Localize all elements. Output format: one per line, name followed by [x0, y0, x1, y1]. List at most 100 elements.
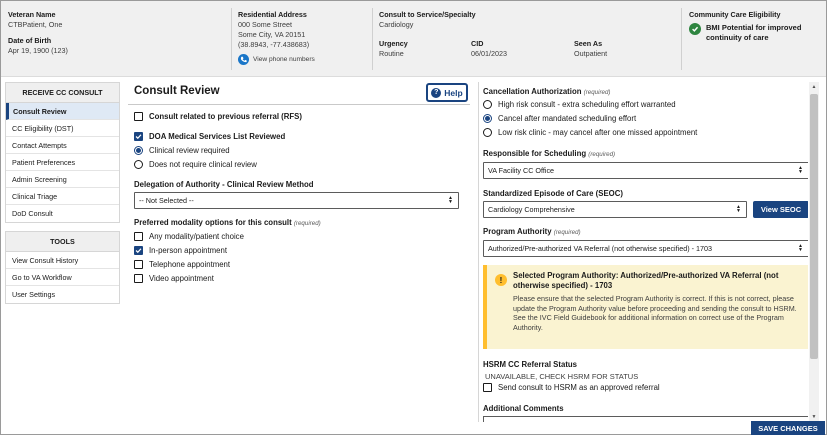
nav-item-patient-preferences[interactable]: Patient Preferences — [6, 154, 119, 171]
required-tag: (required) — [583, 89, 611, 96]
send-hsrm-checkbox[interactable] — [483, 383, 492, 392]
dob-value: Apr 19, 1900 (123) — [8, 46, 68, 55]
modality-option-label: Any modality/patient choice — [149, 232, 244, 241]
view-seoc-button[interactable]: View SEOC — [753, 201, 808, 218]
nav-item-admin-screening[interactable]: Admin Screening — [6, 171, 119, 188]
sort-arrows-icon: ▲ ▼ — [798, 165, 803, 175]
modality-option-row[interactable]: Any modality/patient choice — [134, 232, 244, 241]
cancel-option-row[interactable]: High risk consult - extra scheduling eff… — [483, 100, 676, 109]
send-hsrm-label: Send consult to HSRM as an approved refe… — [498, 383, 660, 392]
address-coords: (38.8943, -77.438683) — [238, 40, 310, 49]
veteran-name-label: Veteran Name — [8, 10, 56, 19]
required-tag: (required) — [293, 220, 321, 227]
review-option-row[interactable]: Clinical review required — [134, 146, 230, 155]
send-hsrm-row[interactable]: Send consult to HSRM as an approved refe… — [483, 383, 660, 392]
responsible-select[interactable]: VA Facility CC Office ▲ ▼ — [483, 162, 808, 179]
rfs-checkbox-row[interactable]: Consult related to previous referral (RF… — [134, 112, 302, 121]
consult-service-label: Consult to Service/Specialty — [379, 10, 476, 19]
seoc-value: Cardiology Comprehensive — [488, 205, 575, 214]
doa-label: DOA Medical Services List Reviewed — [149, 132, 286, 141]
phone-icon — [238, 54, 249, 65]
review-option-label: Clinical review required — [149, 146, 230, 155]
nav-item-dod-consult[interactable]: DoD Consult — [6, 205, 119, 222]
question-icon: ? — [431, 87, 442, 98]
divider — [231, 8, 232, 70]
modality-checkbox-in-person[interactable] — [134, 246, 143, 255]
nav-item-user-settings[interactable]: User Settings — [6, 286, 119, 303]
nav-item-consult-review[interactable]: Consult Review — [6, 103, 119, 120]
modality-label: Preferred modality options for this cons… — [134, 218, 321, 227]
scroll-thumb[interactable] — [810, 94, 818, 359]
veteran-info: Veteran Name CTBPatient, One Date of Bir… — [8, 10, 68, 56]
cid-label: CID — [471, 39, 484, 48]
hsrm-status-label: HSRM CC Referral Status — [483, 360, 578, 369]
modality-option-row[interactable]: In-person appointment — [134, 246, 227, 255]
view-phone-label: View phone numbers — [253, 55, 315, 63]
radio-high-risk[interactable] — [483, 100, 492, 109]
save-changes-button[interactable]: SAVE CHANGES — [751, 421, 825, 435]
sort-arrows-icon: ▲ ▼ — [798, 243, 803, 253]
nav-group-title: RECEIVE CC CONSULT — [6, 83, 119, 103]
sort-arrows-icon: ▲ ▼ — [448, 195, 453, 205]
responsible-label: Responsible for Scheduling (required) — [483, 149, 615, 158]
nav-item-contact-attempts[interactable]: Contact Attempts — [6, 137, 119, 154]
seoc-label: Standardized Episode of Care (SEOC) — [483, 189, 623, 198]
modality-option-row[interactable]: Video appointment — [134, 274, 214, 283]
required-tag: (required) — [588, 151, 616, 158]
divider — [128, 104, 470, 105]
address-info: Residential Address 000 Some Street Some… — [238, 10, 315, 65]
radio-low-risk[interactable] — [483, 128, 492, 137]
program-authority-value: Authorized/Pre-authorized VA Referral (n… — [488, 244, 712, 253]
cc-eligibility-label: Community Care Eligibility — [689, 10, 781, 19]
help-button[interactable]: ? Help — [426, 83, 468, 102]
nav-item-consult-history[interactable]: View Consult History — [6, 252, 119, 269]
address-line1: 000 Some Street — [238, 20, 292, 29]
modality-checkbox-any[interactable] — [134, 232, 143, 241]
scrollbar[interactable]: ▲ ▼ — [809, 82, 819, 422]
nav-group-receive: RECEIVE CC CONSULT Consult Review CC Eli… — [5, 82, 120, 223]
review-option-label: Does not require clinical review — [149, 160, 257, 169]
program-authority-alert: ! Selected Program Authority: Authorized… — [483, 265, 808, 349]
rfs-checkbox[interactable] — [134, 112, 143, 121]
urgency-value: Routine — [379, 49, 404, 58]
check-circle-icon — [689, 23, 701, 35]
modality-option-label: In-person appointment — [149, 246, 228, 255]
modality-option-label: Telephone appointment — [149, 260, 231, 269]
modality-option-label: Video appointment — [149, 274, 214, 283]
seen-as-value: Outpatient — [574, 49, 608, 58]
cancel-option-row[interactable]: Low risk clinic - may cancel after one m… — [483, 128, 697, 137]
comments-label: Additional Comments — [483, 404, 564, 413]
radio-cancel-after-mandated[interactable] — [483, 114, 492, 123]
radio-clinical-review-required[interactable] — [134, 146, 143, 155]
cid-value: 06/01/2023 — [471, 49, 507, 58]
modality-checkbox-video[interactable] — [134, 274, 143, 283]
review-option-row[interactable]: Does not require clinical review — [134, 160, 257, 169]
delegation-select[interactable]: -- Not Selected -- ▲ ▼ — [134, 192, 459, 209]
required-tag: (required) — [553, 229, 581, 236]
program-authority-select[interactable]: Authorized/Pre-authorized VA Referral (n… — [483, 240, 808, 257]
consult-info: Consult to Service/Specialty Cardiology — [379, 10, 476, 30]
seoc-select[interactable]: Cardiology Comprehensive ▲ ▼ — [483, 201, 747, 218]
nav-item-va-workflow[interactable]: Go to VA Workflow — [6, 269, 119, 286]
radio-no-clinical-review[interactable] — [134, 160, 143, 169]
urgency-label: Urgency — [379, 39, 408, 48]
divider — [681, 8, 682, 70]
sort-arrows-icon: ▲ ▼ — [736, 204, 741, 214]
doa-checkbox-row[interactable]: DOA Medical Services List Reviewed — [134, 132, 285, 141]
doa-checkbox[interactable] — [134, 132, 143, 141]
nav-item-clinical-triage[interactable]: Clinical Triage — [6, 188, 119, 205]
alert-title: Selected Program Authority: Authorized/P… — [513, 271, 779, 290]
help-label: Help — [444, 87, 463, 98]
cancel-option-row[interactable]: Cancel after mandated scheduling effort — [483, 114, 636, 123]
urgency-info: Urgency Routine — [379, 39, 408, 59]
page-title: Consult Review — [134, 85, 220, 97]
scroll-up-icon[interactable]: ▲ — [809, 82, 819, 92]
modality-checkbox-telephone[interactable] — [134, 260, 143, 269]
nav-group-tools: TOOLS View Consult History Go to VA Work… — [5, 231, 120, 304]
warning-icon: ! — [495, 274, 507, 286]
seen-as-label: Seen As — [574, 39, 603, 48]
cancel-option-label: Cancel after mandated scheduling effort — [498, 114, 637, 123]
modality-option-row[interactable]: Telephone appointment — [134, 260, 230, 269]
nav-item-cc-eligibility[interactable]: CC Eligibility (DST) — [6, 120, 119, 137]
view-phone-link[interactable]: View phone numbers — [238, 54, 315, 65]
